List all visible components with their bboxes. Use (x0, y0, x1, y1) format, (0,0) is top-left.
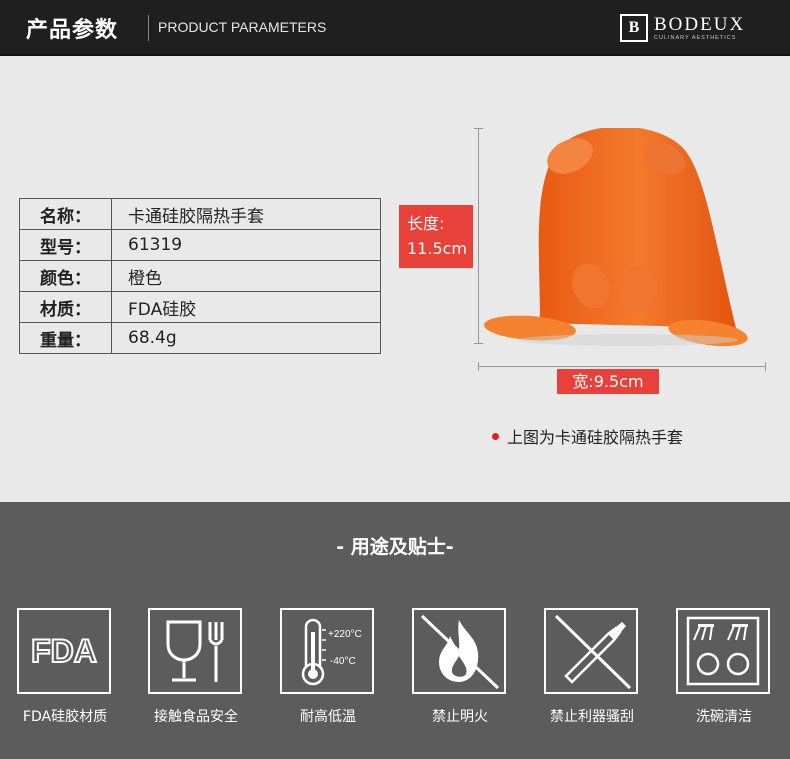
param-key: 颜色： (19, 260, 112, 292)
dishwasher-icon (676, 608, 770, 694)
product-caption: 上图为卡通硅胶隔热手套 (492, 424, 683, 448)
param-key: 名称： (19, 198, 112, 230)
table-row: 材质： FDA硅胶 (19, 291, 381, 323)
brand-logo[interactable]: B BODEUX CULINARY AESTHETICS (620, 14, 745, 42)
param-value: 橙色 (111, 260, 381, 292)
table-row: 重量： 68.4g (19, 322, 381, 354)
header-divider (148, 15, 149, 41)
param-key: 重量： (19, 322, 112, 354)
param-value: 卡通硅胶隔热手套 (111, 198, 381, 230)
param-value: 61319 (111, 229, 381, 261)
param-key: 材质： (19, 291, 112, 323)
thermometer-icon: +220°C -40°C (280, 608, 374, 694)
silicone-mitt-image (484, 128, 748, 347)
brand-name: BODEUX (654, 14, 746, 35)
parameter-table: 名称： 卡通硅胶隔热手套 型号： 61319 颜色： 橙色 材质： FDA硅胶 … (19, 198, 381, 354)
param-key: 型号： (19, 229, 112, 261)
usage-title: - 用途及贴士- (336, 536, 454, 558)
usage-section: - 用途及贴士- FDA FDA硅胶材质 接触食品安全 +220°C -40°C… (0, 502, 790, 759)
brand-tagline: CULINARY AESTHETICS (654, 35, 737, 41)
header-bar: 产品参数 PRODUCT PARAMETERS B BODEUX CULINAR… (0, 0, 790, 56)
table-row: 型号： 61319 (19, 229, 381, 261)
icon-label: 耐高低温 (300, 709, 356, 725)
food-safe-icon (148, 608, 242, 694)
param-value: FDA硅胶 (111, 291, 381, 323)
fda-text: FDA (31, 633, 97, 669)
width-tick-right (765, 362, 766, 371)
caption-text: 上图为卡通硅胶隔热手套 (507, 428, 684, 447)
no-fire-icon (412, 608, 506, 694)
icon-label: 洗碗清洁 (696, 709, 752, 725)
length-label-value: 11.5cm (407, 239, 468, 258)
temp-low-text: -40°C (330, 656, 356, 667)
width-dimension-line (478, 366, 766, 367)
table-row: 颜色： 橙色 (19, 260, 381, 292)
page-subtitle: PRODUCT PARAMETERS (158, 19, 327, 35)
table-row: 名称： 卡通硅胶隔热手套 (19, 198, 381, 230)
no-knife-icon (544, 608, 638, 694)
brand-logo-mark: B (620, 14, 648, 42)
width-label: 宽:9.5cm (557, 369, 659, 394)
temp-high-text: +220°C (328, 629, 362, 640)
page-title: 产品参数 (26, 18, 119, 43)
fda-icon: FDA (17, 608, 111, 694)
length-label: 长度: 11.5cm (399, 205, 473, 268)
icon-label: FDA硅胶材质 (22, 709, 108, 725)
width-tick-left (478, 362, 479, 371)
icon-label: 接触食品安全 (154, 709, 238, 725)
icon-label: 禁止明火 (432, 709, 488, 725)
bullet-dot-icon (492, 432, 499, 440)
icon-label: 禁止利器骚刮 (550, 709, 634, 725)
length-label-title: 长度: (407, 214, 445, 233)
param-value: 68.4g (111, 322, 381, 354)
